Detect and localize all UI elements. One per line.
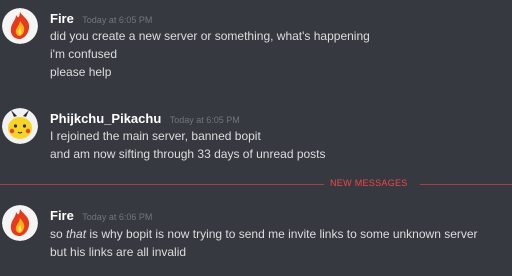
fire-avatar[interactable] bbox=[2, 205, 38, 241]
message-text: so that is why bopit is now trying to se… bbox=[50, 225, 478, 243]
text-segment: is why bopit is now trying to send me in… bbox=[86, 227, 478, 241]
username[interactable]: Phijkchu_Pikachu bbox=[50, 111, 161, 126]
divider-line bbox=[420, 184, 512, 185]
username[interactable]: Fire bbox=[50, 208, 74, 223]
message-header: Fire Today at 6:06 PM bbox=[50, 207, 152, 225]
text-segment: so bbox=[50, 227, 67, 241]
new-messages-divider: NEW MESSAGES bbox=[0, 178, 512, 188]
message-text: i'm confused bbox=[50, 47, 117, 61]
message-text: please help bbox=[50, 65, 112, 79]
timestamp[interactable]: Today at 6:05 PM bbox=[82, 15, 152, 25]
emphasized-text: that bbox=[66, 227, 87, 241]
fire-avatar-icon bbox=[2, 205, 38, 241]
new-messages-label: NEW MESSAGES bbox=[330, 178, 408, 188]
message-header: Phijkchu_Pikachu Today at 6:05 PM bbox=[50, 110, 240, 128]
message-header: Fire Today at 6:05 PM bbox=[50, 10, 152, 28]
pikachu-avatar[interactable] bbox=[2, 108, 38, 144]
message-text: and am now sifting through 33 days of un… bbox=[50, 147, 326, 161]
timestamp[interactable]: Today at 6:06 PM bbox=[82, 212, 152, 222]
fire-avatar-icon bbox=[2, 8, 38, 44]
pikachu-avatar-icon bbox=[2, 108, 38, 144]
fire-avatar[interactable] bbox=[2, 8, 38, 44]
message-text: I rejoined the main server, banned bopit bbox=[50, 129, 261, 143]
divider-line bbox=[0, 184, 324, 185]
message-text: did you create a new server or something… bbox=[50, 29, 370, 43]
message-text: but his links are all invalid bbox=[50, 245, 187, 259]
timestamp[interactable]: Today at 6:05 PM bbox=[170, 115, 240, 125]
username[interactable]: Fire bbox=[50, 11, 74, 26]
